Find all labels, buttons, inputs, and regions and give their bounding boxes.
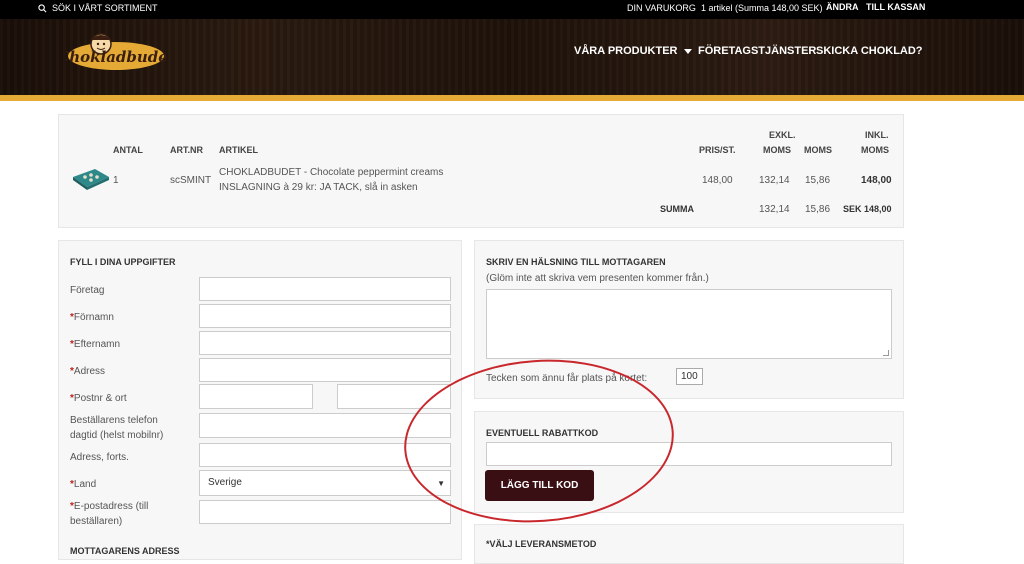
chars-left-counter: 100 — [676, 368, 703, 385]
chars-left-label: Tecken som ännu får plats på kortet: — [486, 373, 648, 384]
lastname-label: *Efternamn — [70, 338, 120, 351]
sum-incl: SEK 148,00 — [843, 204, 892, 214]
nav-products[interactable]: VÅRA PRODUKTER — [574, 45, 692, 57]
country-select-value: Sverige — [208, 477, 242, 488]
cart-title: DIN VARUKORG — [627, 3, 696, 13]
country-label: *Land — [70, 478, 96, 491]
nav-products-label: VÅRA PRODUKTER — [574, 45, 678, 57]
delivery-title: *VÄLJ LEVERANSMETOD — [486, 539, 596, 549]
col-header-excl-1: EXKL. — [769, 130, 796, 140]
address-label-text: Adress — [73, 366, 106, 377]
email-label-line2: beställaren) — [70, 516, 123, 527]
col-header-excl-2: MOMS — [763, 145, 791, 155]
customer-details-panel: FYLL I DINA UPPGIFTER Företag *Förnamn *… — [58, 240, 462, 560]
firstname-label-text: Förnamn — [73, 312, 114, 323]
discount-title: EVENTUELL RABATTKOD — [486, 428, 599, 438]
delivery-title-text: VÄLJ LEVERANSMETOD — [489, 539, 597, 549]
col-header-incl-1: INKL. — [865, 130, 889, 140]
company-input[interactable] — [199, 277, 451, 301]
lastname-input[interactable] — [199, 331, 451, 355]
recipient-address-title: MOTTAGARENS ADRESS — [70, 546, 180, 556]
greeting-hint: (Glöm inte att skriva vem presenten komm… — [486, 273, 709, 284]
firstname-input[interactable] — [199, 304, 451, 328]
address-label: *Adress — [70, 365, 105, 378]
delivery-panel: *VÄLJ LEVERANSMETOD — [474, 524, 904, 564]
email-input[interactable] — [199, 500, 451, 524]
sum-excl: 132,14 — [759, 204, 790, 215]
postal-label: *Postnr & ort — [70, 392, 127, 405]
phone-label-line1: Beställarens telefon — [70, 415, 158, 426]
col-header-vat: MOMS — [804, 145, 832, 155]
add-code-button[interactable]: LÄGG TILL KOD — [485, 470, 594, 501]
company-label: Företag — [70, 285, 105, 296]
email-label-text: E-postadress (till — [73, 501, 149, 512]
col-header-price: PRIS/ST. — [699, 145, 736, 155]
col-header-artnr: ART.NR — [170, 145, 203, 155]
address2-input[interactable] — [199, 443, 451, 467]
col-header-qty: ANTAL — [113, 145, 143, 155]
row-article-name: CHOKLADBUDET - Chocolate peppermint crea… — [219, 167, 444, 178]
row-price: 148,00 — [702, 175, 733, 186]
checkout-link[interactable]: TILL KASSAN — [866, 2, 925, 12]
city-input[interactable] — [337, 384, 451, 409]
lastname-label-text: Efternamn — [73, 339, 121, 350]
chokladbudet-logo[interactable]: Chokladbudet — [66, 30, 166, 74]
postal-code-input[interactable] — [199, 384, 313, 409]
row-incl: 148,00 — [861, 175, 892, 186]
resize-handle-icon[interactable] — [883, 350, 889, 356]
address-input[interactable] — [199, 358, 451, 382]
greeting-title: SKRIV EN HÄLSNING TILL MOTTAGAREN — [486, 257, 666, 267]
discount-panel: EVENTUELL RABATTKOD LÄGG TILL KOD — [474, 411, 904, 513]
search-label: SÖK I VÅRT SORTIMENT — [52, 3, 158, 13]
search-link[interactable]: SÖK I VÅRT SORTIMENT — [38, 3, 158, 13]
greeting-panel: SKRIV EN HÄLSNING TILL MOTTAGAREN (Glöm … — [474, 240, 904, 399]
col-header-article: ARTIKEL — [219, 145, 258, 155]
search-icon — [38, 3, 47, 12]
postal-label-text: Postnr & ort — [73, 393, 127, 404]
sum-label: SUMMA — [660, 204, 694, 214]
cart-summary: 1 artikel (Summa 148,00 SEK) — [701, 3, 823, 13]
col-header-incl-2: MOMS — [861, 145, 889, 155]
chevron-down-icon — [683, 48, 692, 54]
dropdown-arrow-icon: ▼ — [437, 479, 445, 488]
greeting-textarea[interactable] — [486, 289, 892, 359]
phone-label-line2: dagtid (helst mobilnr) — [70, 430, 164, 441]
row-excl: 132,14 — [759, 175, 790, 186]
product-image — [73, 169, 109, 190]
edit-cart-link[interactable]: ÄNDRA — [826, 2, 859, 12]
firstname-label: *Förnamn — [70, 311, 114, 324]
sum-vat: 15,86 — [805, 204, 831, 215]
customer-details-title: FYLL I DINA UPPGIFTER — [70, 257, 176, 267]
nav-business[interactable]: FÖRETAGSTJÄNSTER — [698, 45, 816, 57]
row-article-wrapping: INSLAGNING à 29 kr: JA TACK, slå in aske… — [219, 182, 418, 193]
country-label-text: Land — [73, 479, 97, 490]
row-qty: 1 — [113, 175, 119, 186]
email-label-line1: *E-postadress (till — [70, 500, 148, 513]
row-vat: 15,86 — [805, 175, 831, 186]
logo-text: Chokladbudet — [66, 48, 166, 66]
header-accent-stripe — [0, 95, 1024, 101]
address2-label: Adress, forts. — [70, 452, 129, 463]
phone-input[interactable] — [199, 413, 451, 438]
country-select[interactable]: Sverige ▼ — [199, 470, 451, 496]
top-bar: SÖK I VÅRT SORTIMENT DIN VARUKORG 1 arti… — [0, 0, 1024, 19]
discount-code-input[interactable] — [486, 442, 892, 466]
nav-send-chocolate[interactable]: SKICKA CHOKLAD? — [816, 45, 923, 57]
cart-table: ANTAL ART.NR ARTIKEL PRIS/ST. EXKL. MOMS… — [58, 114, 904, 228]
row-artnr: scSMINT — [170, 175, 212, 186]
